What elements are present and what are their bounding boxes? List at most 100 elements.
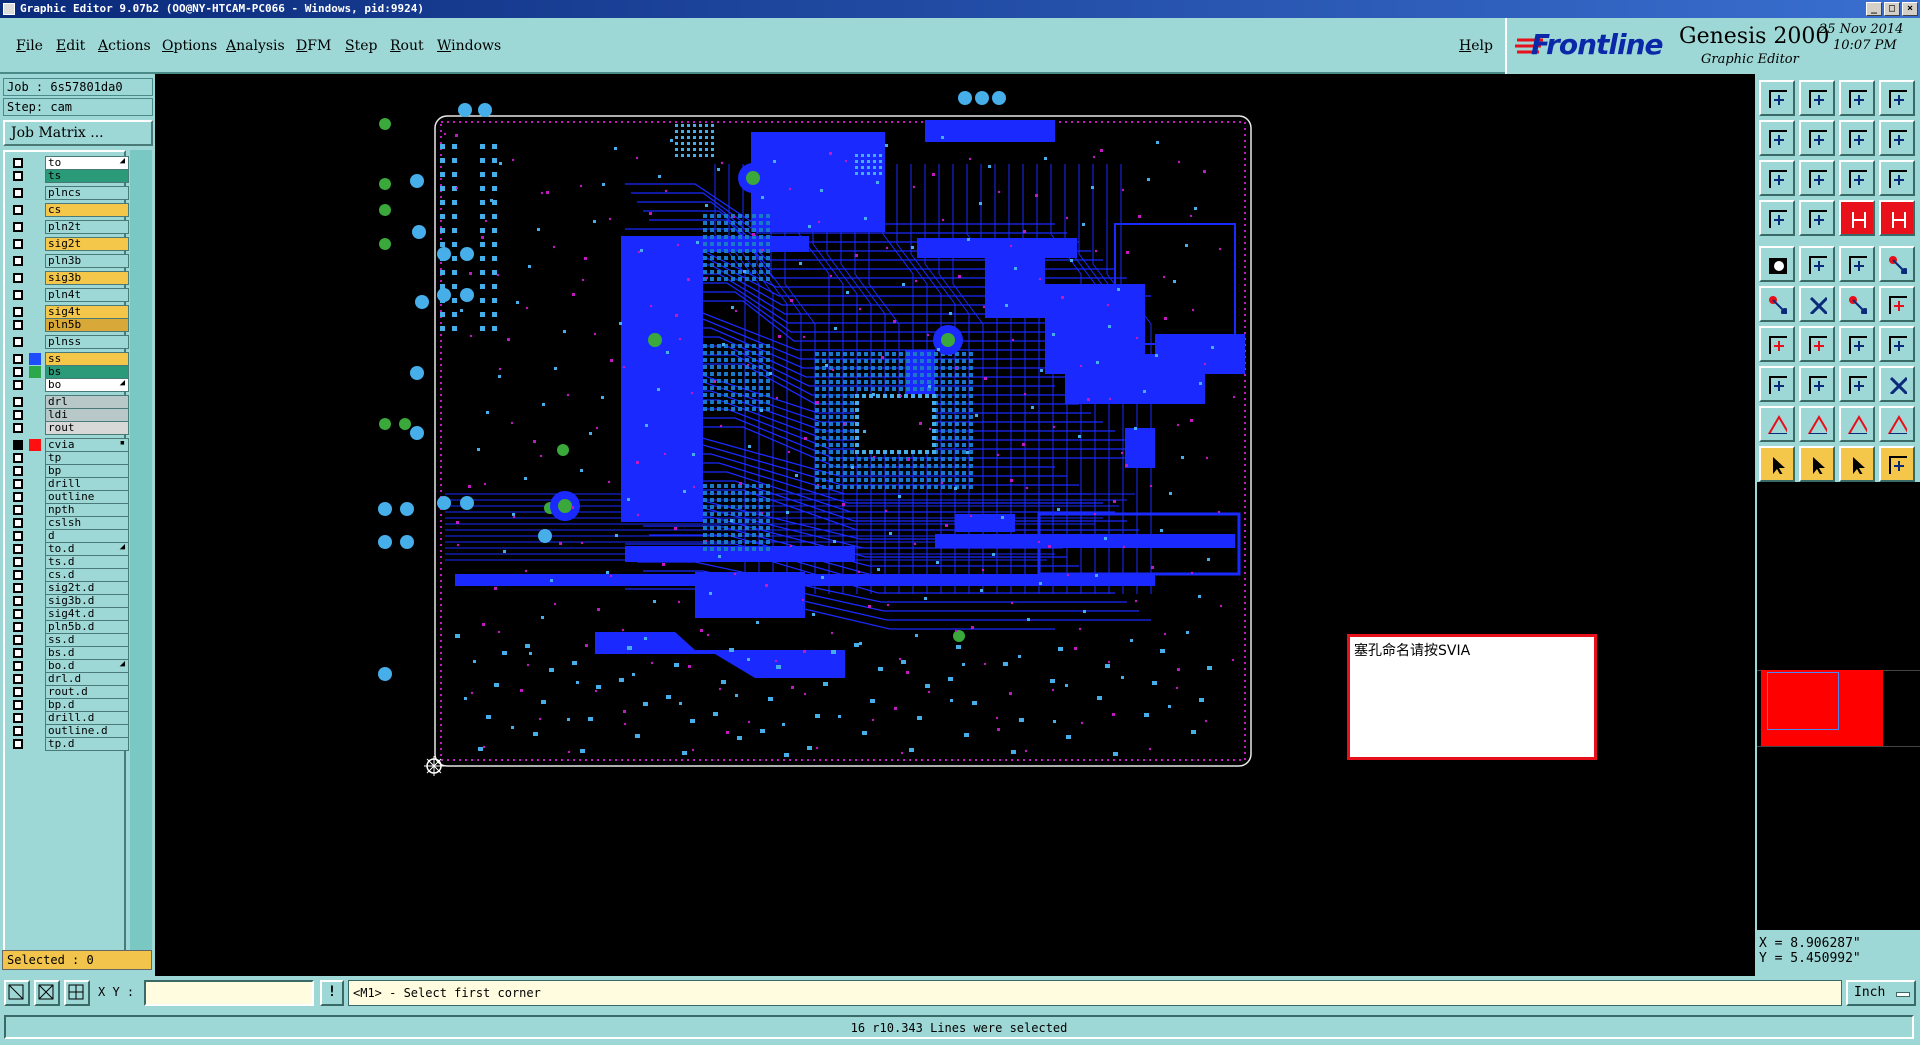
- layer-name[interactable]: drl: [45, 395, 129, 409]
- connect-button[interactable]: [1759, 286, 1795, 322]
- layer-checkbox[interactable]: [13, 492, 23, 502]
- triangle-3-button[interactable]: [1839, 406, 1875, 442]
- layer-checkbox[interactable]: [13, 544, 23, 554]
- layer-row-sig3b-d[interactable]: sig3b.d: [11, 594, 129, 608]
- layer-row-outline-d[interactable]: outline.d: [11, 724, 129, 738]
- layer-checkbox[interactable]: [13, 479, 23, 489]
- layer-name[interactable]: drill.d: [45, 711, 129, 725]
- layer-name[interactable]: cslsh: [45, 516, 129, 530]
- layer-name[interactable]: plncs: [45, 186, 129, 200]
- layer-name[interactable]: cs: [45, 203, 129, 217]
- xy-input[interactable]: [144, 980, 314, 1006]
- pointer-1-button[interactable]: [1759, 446, 1795, 482]
- layer-name[interactable]: sig4t: [45, 305, 129, 319]
- layer-name[interactable]: rout: [45, 421, 129, 435]
- layer-row-sig4t-d[interactable]: sig4t.d: [11, 607, 129, 621]
- layer-row-pln5b-d[interactable]: pln5b.d: [11, 620, 129, 634]
- layer-name[interactable]: d: [45, 529, 129, 543]
- pan-button[interactable]: [1839, 120, 1875, 156]
- layer-name[interactable]: pln5b: [45, 318, 129, 332]
- save-button[interactable]: [1799, 80, 1835, 116]
- layer-checkbox[interactable]: [13, 596, 23, 606]
- layer-checkbox[interactable]: [13, 239, 23, 249]
- units-selector[interactable]: Inch: [1846, 980, 1916, 1006]
- layer-name[interactable]: bp: [45, 464, 129, 478]
- layer-row-ts[interactable]: ts: [11, 169, 129, 183]
- layer-checkbox[interactable]: [13, 397, 23, 407]
- layer-name[interactable]: pln3b: [45, 254, 129, 268]
- layer-row-pln5b[interactable]: pln5b: [11, 318, 129, 332]
- layer-name[interactable]: bp.d: [45, 698, 129, 712]
- layer-list-scrollbar[interactable]: [130, 150, 152, 970]
- line-dash-button[interactable]: [1839, 246, 1875, 282]
- angle-button[interactable]: [1759, 326, 1795, 362]
- layer-name[interactable]: ts: [45, 169, 129, 183]
- dot-button[interactable]: [1879, 246, 1915, 282]
- layer-checkbox[interactable]: [13, 205, 23, 215]
- layer-row-rout-d[interactable]: rout.d: [11, 685, 129, 699]
- layer-checkbox[interactable]: [13, 171, 23, 181]
- layer-checkbox[interactable]: [13, 423, 23, 433]
- layer-checkbox[interactable]: [13, 505, 23, 515]
- rotate-button[interactable]: [1839, 326, 1875, 362]
- close-button[interactable]: ×: [1902, 2, 1918, 16]
- layer-name[interactable]: drill: [45, 477, 129, 491]
- layer-checkbox[interactable]: [13, 188, 23, 198]
- minimize-button[interactable]: _: [1866, 2, 1882, 16]
- layer-row-sig3b[interactable]: sig3b: [11, 271, 129, 285]
- layer-row-to[interactable]: to ◢: [11, 156, 129, 170]
- graphic-canvas[interactable]: [155, 74, 1755, 976]
- layer-row-ss-d[interactable]: ss.d: [11, 633, 129, 647]
- scale-1-2-button[interactable]: [1839, 160, 1875, 196]
- layer-checkbox[interactable]: [13, 320, 23, 330]
- grid-snap-button[interactable]: [64, 980, 90, 1006]
- layer-row-sig4t[interactable]: sig4t: [11, 305, 129, 319]
- layer-name[interactable]: pln4t: [45, 288, 129, 302]
- layer-checkbox[interactable]: [13, 687, 23, 697]
- layer-row-pln3b[interactable]: pln3b: [11, 254, 129, 268]
- open-job-button[interactable]: [1759, 80, 1795, 116]
- layer-checkbox[interactable]: [13, 557, 23, 567]
- layer-row-bo[interactable]: bo ◢: [11, 378, 129, 392]
- menu-actions[interactable]: Actions: [98, 38, 151, 54]
- maximize-button[interactable]: □: [1884, 2, 1900, 16]
- layer-checkbox[interactable]: [13, 531, 23, 541]
- triangle-4-button[interactable]: [1879, 406, 1915, 442]
- layer-name[interactable]: bo: [45, 378, 129, 392]
- menu-edit[interactable]: Edit: [56, 38, 85, 54]
- layer-name[interactable]: sig2t: [45, 237, 129, 251]
- layer-name[interactable]: bs: [45, 365, 129, 379]
- layer-row-bo-d[interactable]: bo.d ◢: [11, 659, 129, 673]
- layer-name[interactable]: tp.d: [45, 737, 129, 751]
- zoom-right-button[interactable]: [1799, 120, 1835, 156]
- layer-checkbox[interactable]: [13, 273, 23, 283]
- cross-button[interactable]: [1799, 286, 1835, 322]
- zoom-box-button[interactable]: [4, 980, 30, 1006]
- layer-name[interactable]: sig3b.d: [45, 594, 129, 608]
- layer-row-d[interactable]: d: [11, 529, 129, 543]
- layer-row-ts-d[interactable]: ts.d: [11, 555, 129, 569]
- menu-options[interactable]: Options: [162, 38, 217, 54]
- layer-name[interactable]: plnss: [45, 335, 129, 349]
- window-layout-button[interactable]: [1879, 80, 1915, 116]
- layer-name[interactable]: outline: [45, 490, 129, 504]
- help-button[interactable]: [1879, 160, 1915, 196]
- menu-help[interactable]: Help: [1459, 38, 1493, 54]
- layer-row-ldi[interactable]: ldi: [11, 408, 129, 422]
- layer-checkbox[interactable]: [13, 726, 23, 736]
- overview-panel[interactable]: [1755, 482, 1920, 930]
- layer-name[interactable]: sig2t.d: [45, 581, 129, 595]
- layer-checkbox[interactable]: [13, 570, 23, 580]
- layer-red-button[interactable]: [1839, 200, 1875, 236]
- layer-row-tp-d[interactable]: tp.d: [11, 737, 129, 751]
- layer-checkbox[interactable]: [13, 583, 23, 593]
- layer-checkbox[interactable]: [13, 256, 23, 266]
- measure-button[interactable]: [1759, 200, 1795, 236]
- layer-row-plnss[interactable]: plnss: [11, 335, 129, 349]
- menu-windows[interactable]: Windows: [437, 38, 501, 54]
- layer-checkbox[interactable]: [13, 661, 23, 671]
- mirror-button[interactable]: [1879, 326, 1915, 362]
- layer-checkbox[interactable]: [13, 307, 23, 317]
- info-button[interactable]: !: [320, 980, 344, 1006]
- layer-row-bp-d[interactable]: bp.d: [11, 698, 129, 712]
